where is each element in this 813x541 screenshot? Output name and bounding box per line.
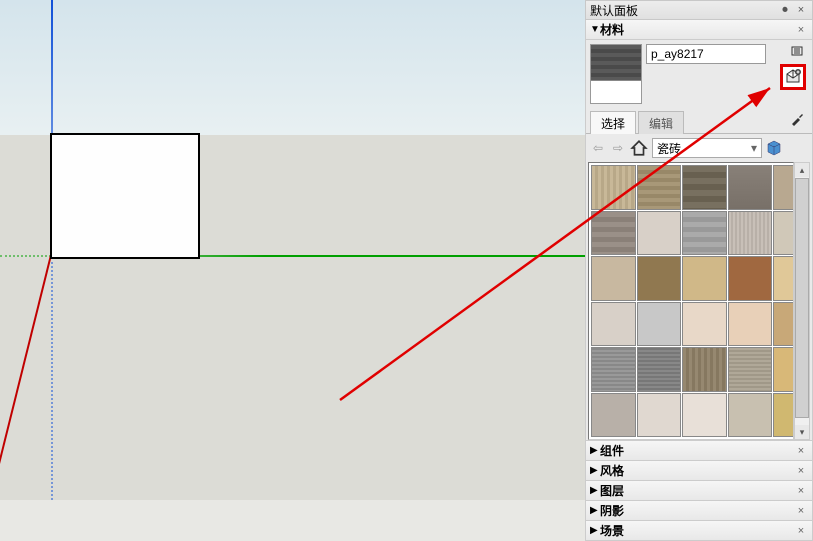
material-swatch[interactable] — [773, 393, 794, 438]
collapsed-sections: ▶组件×▶风格×▶图层×▶阴影×▶场景× — [585, 441, 813, 541]
category-dropdown[interactable]: 瓷砖 ▾ — [652, 138, 762, 158]
swatch-scrollbar[interactable]: ▴ ▾ — [794, 162, 810, 440]
section-header-collapsed[interactable]: ▶阴影× — [585, 501, 813, 521]
material-swatch-grid — [588, 162, 794, 440]
material-swatch[interactable] — [682, 347, 727, 392]
close-icon[interactable]: × — [794, 3, 808, 17]
material-preview-back — [591, 81, 641, 103]
expand-arrow-icon: ▶ — [590, 485, 600, 496]
panel-header[interactable]: 默认面板 ⏺ × — [585, 0, 813, 20]
panel-title: 默认面板 — [590, 2, 778, 19]
rectangle-face[interactable] — [50, 133, 200, 259]
material-swatch[interactable] — [728, 165, 773, 210]
expand-arrow-icon: ▶ — [590, 525, 600, 536]
tab-edit[interactable]: 编辑 — [638, 111, 684, 134]
material-name-input[interactable] — [646, 44, 766, 64]
material-swatch[interactable] — [728, 256, 773, 301]
sky-background — [0, 0, 585, 135]
tray-panel: 默认面板 ⏺ × ▼ 材料 × 选择 — [585, 0, 813, 500]
section-header-materials[interactable]: ▼ 材料 × — [585, 20, 813, 40]
material-preview-texture — [591, 45, 641, 81]
nav-back-button[interactable]: ⇦ — [590, 140, 606, 156]
library-details-button[interactable] — [766, 140, 782, 156]
material-swatch[interactable] — [637, 256, 682, 301]
chevron-down-icon: ▾ — [751, 141, 757, 155]
create-material-button[interactable] — [780, 64, 806, 90]
material-swatch[interactable] — [682, 302, 727, 347]
tab-select[interactable]: 选择 — [590, 111, 636, 134]
expand-arrow-icon: ▶ — [590, 505, 600, 516]
material-swatch[interactable] — [682, 393, 727, 438]
viewport-3d[interactable] — [0, 0, 585, 500]
material-swatch[interactable] — [591, 393, 636, 438]
section-header-collapsed[interactable]: ▶图层× — [585, 481, 813, 501]
close-icon[interactable]: × — [794, 484, 808, 498]
material-swatch[interactable] — [637, 165, 682, 210]
display-secondary-pane-button[interactable] — [790, 44, 804, 58]
material-swatch[interactable] — [773, 302, 794, 347]
material-swatch[interactable] — [728, 347, 773, 392]
material-swatch[interactable] — [591, 347, 636, 392]
material-swatch[interactable] — [682, 256, 727, 301]
section-title: 图层 — [600, 482, 794, 499]
material-swatch[interactable] — [728, 211, 773, 256]
close-icon[interactable]: × — [794, 504, 808, 518]
scroll-up-button[interactable]: ▴ — [795, 163, 809, 177]
material-top-row — [586, 40, 812, 108]
section-title: 组件 — [600, 442, 794, 459]
collapse-arrow-icon: ▼ — [590, 24, 600, 35]
material-swatch[interactable] — [637, 393, 682, 438]
material-swatch[interactable] — [773, 256, 794, 301]
material-swatch[interactable] — [682, 211, 727, 256]
section-header-collapsed[interactable]: ▶场景× — [585, 521, 813, 541]
section-title-materials: 材料 — [600, 21, 794, 38]
section-title: 阴影 — [600, 502, 794, 519]
material-swatch[interactable] — [773, 211, 794, 256]
expand-arrow-icon: ▶ — [590, 465, 600, 476]
material-swatch[interactable] — [637, 347, 682, 392]
close-icon[interactable]: × — [794, 524, 808, 538]
material-swatch[interactable] — [637, 302, 682, 347]
section-title: 场景 — [600, 522, 794, 539]
category-value: 瓷砖 — [657, 140, 681, 157]
material-swatch[interactable] — [591, 211, 636, 256]
eyedropper-button[interactable] — [788, 110, 806, 128]
material-swatch[interactable] — [591, 302, 636, 347]
materials-body: 选择 编辑 ⇦ ⇨ 瓷砖 ▾ ▴ — [585, 40, 813, 441]
material-swatch[interactable] — [728, 302, 773, 347]
axis-red — [0, 250, 60, 500]
close-icon[interactable]: × — [794, 23, 808, 37]
pin-icon[interactable]: ⏺ — [778, 3, 792, 17]
material-swatch[interactable] — [773, 165, 794, 210]
material-tabs: 选择 编辑 — [586, 108, 812, 134]
material-nav-row: ⇦ ⇨ 瓷砖 ▾ — [586, 134, 812, 162]
nav-forward-button[interactable]: ⇨ — [610, 140, 626, 156]
scroll-down-button[interactable]: ▾ — [795, 425, 809, 439]
close-icon[interactable]: × — [794, 464, 808, 478]
material-swatch[interactable] — [728, 393, 773, 438]
section-header-collapsed[interactable]: ▶组件× — [585, 441, 813, 461]
material-swatch[interactable] — [637, 211, 682, 256]
scroll-thumb[interactable] — [795, 178, 809, 418]
material-swatch[interactable] — [682, 165, 727, 210]
expand-arrow-icon: ▶ — [590, 445, 600, 456]
section-title: 风格 — [600, 462, 794, 479]
material-swatch[interactable] — [591, 165, 636, 210]
material-swatch[interactable] — [773, 347, 794, 392]
material-preview[interactable] — [590, 44, 642, 104]
close-icon[interactable]: × — [794, 444, 808, 458]
home-button[interactable] — [630, 139, 648, 157]
section-header-collapsed[interactable]: ▶风格× — [585, 461, 813, 481]
material-swatch[interactable] — [591, 256, 636, 301]
